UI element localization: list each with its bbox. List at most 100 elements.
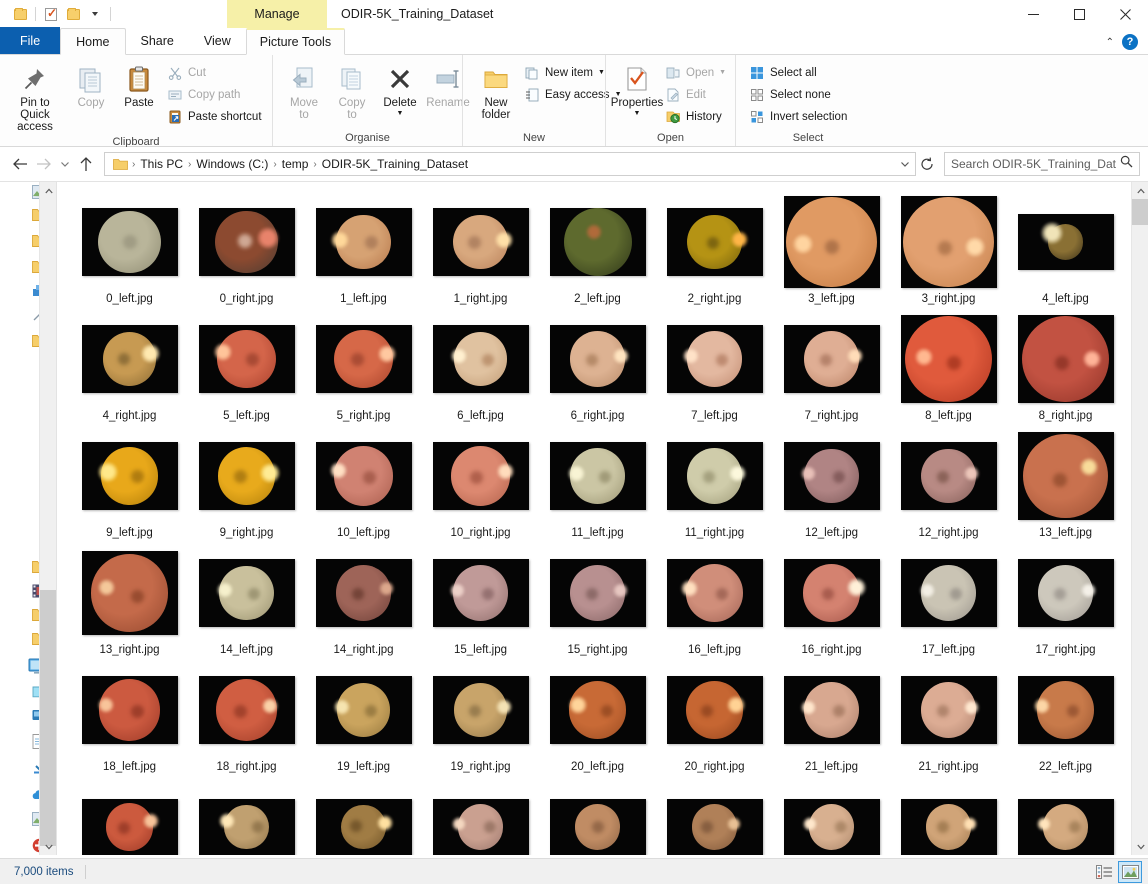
invert-selection-button[interactable]: Invert selection bbox=[746, 106, 853, 127]
fundus-thumbnail[interactable] bbox=[81, 676, 178, 744]
file-item[interactable] bbox=[422, 781, 539, 855]
file-item[interactable]: 14_right.jpg bbox=[305, 547, 422, 664]
fundus-thumbnail[interactable] bbox=[783, 325, 880, 393]
fundus-thumbnail[interactable] bbox=[900, 315, 997, 403]
details-view-icon[interactable] bbox=[1092, 861, 1116, 883]
forward-button[interactable] bbox=[32, 152, 56, 176]
file-scroll-up-icon[interactable] bbox=[1132, 182, 1148, 199]
copy-to-button[interactable]: Copy to bbox=[329, 60, 375, 124]
fundus-thumbnail[interactable] bbox=[315, 442, 412, 510]
history-button[interactable]: History bbox=[662, 106, 732, 127]
up-button[interactable] bbox=[74, 152, 98, 176]
file-item[interactable] bbox=[188, 781, 305, 855]
file-item[interactable]: 19_right.jpg bbox=[422, 664, 539, 781]
file-list-pane[interactable]: 0_left.jpg 0_right.jpg 1_left.jpg 1_right.j… bbox=[57, 182, 1148, 855]
properties-dropdown-icon[interactable]: ▼ bbox=[634, 110, 641, 117]
fundus-thumbnail[interactable] bbox=[549, 799, 646, 855]
fundus-thumbnail[interactable] bbox=[432, 559, 529, 627]
file-item[interactable]: 0_right.jpg bbox=[188, 196, 305, 313]
file-item[interactable]: 15_right.jpg bbox=[539, 547, 656, 664]
file-item[interactable]: 5_left.jpg bbox=[188, 313, 305, 430]
minimize-button[interactable] bbox=[1010, 0, 1056, 28]
nav-scroll-thumb[interactable] bbox=[40, 590, 56, 846]
file-item[interactable] bbox=[773, 781, 890, 855]
refresh-button[interactable] bbox=[916, 152, 938, 176]
qat-new-folder-icon[interactable] bbox=[62, 3, 84, 25]
navigation-pane[interactable] bbox=[0, 182, 57, 855]
fundus-thumbnail[interactable] bbox=[81, 208, 178, 276]
fundus-thumbnail[interactable] bbox=[666, 559, 763, 627]
fundus-thumbnail[interactable] bbox=[1017, 676, 1114, 744]
file-item[interactable]: 12_left.jpg bbox=[773, 430, 890, 547]
select-none-button[interactable]: Select none bbox=[746, 84, 853, 105]
file-item[interactable]: 2_right.jpg bbox=[656, 196, 773, 313]
file-item[interactable]: 5_right.jpg bbox=[305, 313, 422, 430]
breadcrumb-item-odir-dataset[interactable]: ODIR-5K_Training_Dataset bbox=[318, 154, 472, 174]
fundus-thumbnail[interactable] bbox=[1017, 559, 1114, 627]
qat-save-folder-icon[interactable] bbox=[9, 3, 31, 25]
fundus-thumbnail[interactable] bbox=[81, 799, 178, 855]
fundus-thumbnail[interactable] bbox=[666, 442, 763, 510]
paste-shortcut-button[interactable]: Paste shortcut bbox=[164, 106, 268, 127]
navigation-pane-scrollbar[interactable] bbox=[39, 182, 56, 855]
fundus-thumbnail[interactable] bbox=[432, 325, 529, 393]
large-icons-view-icon[interactable] bbox=[1118, 860, 1142, 883]
file-item[interactable] bbox=[305, 781, 422, 855]
fundus-thumbnail[interactable] bbox=[783, 196, 880, 288]
paste-button[interactable]: Paste bbox=[116, 60, 162, 112]
fundus-thumbnail[interactable] bbox=[900, 676, 997, 744]
fundus-thumbnail[interactable] bbox=[1017, 432, 1114, 520]
fundus-thumbnail[interactable] bbox=[549, 559, 646, 627]
file-item[interactable]: 20_right.jpg bbox=[656, 664, 773, 781]
edit-button[interactable]: Edit bbox=[662, 84, 732, 105]
move-to-button[interactable]: Move to bbox=[281, 60, 327, 124]
fundus-thumbnail[interactable] bbox=[900, 442, 997, 510]
copy-path-button[interactable]: Copy path bbox=[164, 84, 268, 105]
qat-properties-icon[interactable] bbox=[40, 3, 62, 25]
fundus-thumbnail[interactable] bbox=[1017, 315, 1114, 403]
file-list-scrollbar[interactable] bbox=[1131, 182, 1148, 855]
file-item[interactable]: 7_right.jpg bbox=[773, 313, 890, 430]
tab-share[interactable]: Share bbox=[126, 27, 189, 54]
fundus-thumbnail[interactable] bbox=[198, 442, 295, 510]
fundus-thumbnail[interactable] bbox=[198, 559, 295, 627]
file-item[interactable]: 20_left.jpg bbox=[539, 664, 656, 781]
fundus-thumbnail[interactable] bbox=[432, 208, 529, 276]
open-dropdown-icon[interactable]: ▼ bbox=[719, 69, 726, 76]
file-item[interactable]: 10_left.jpg bbox=[305, 430, 422, 547]
fundus-thumbnail[interactable] bbox=[549, 442, 646, 510]
file-item[interactable]: 8_right.jpg bbox=[1007, 313, 1124, 430]
tab-picture-tools[interactable]: Picture Tools bbox=[245, 28, 346, 55]
fundus-thumbnail[interactable] bbox=[1017, 799, 1114, 855]
search-input[interactable]: Search ODIR-5K_Training_Dat... bbox=[944, 152, 1140, 176]
breadcrumb-item-this-pc[interactable]: This PC bbox=[136, 154, 187, 174]
fundus-thumbnail[interactable] bbox=[900, 799, 997, 855]
fundus-thumbnail[interactable] bbox=[1017, 214, 1114, 270]
fundus-thumbnail[interactable] bbox=[549, 676, 646, 744]
tab-file[interactable]: File bbox=[0, 27, 61, 54]
delete-dropdown-icon[interactable]: ▼ bbox=[397, 110, 404, 117]
file-item[interactable]: 21_left.jpg bbox=[773, 664, 890, 781]
file-item[interactable] bbox=[539, 781, 656, 855]
new-item-dropdown-icon[interactable]: ▼ bbox=[598, 69, 605, 76]
fundus-thumbnail[interactable] bbox=[315, 208, 412, 276]
file-item[interactable]: 9_right.jpg bbox=[188, 430, 305, 547]
search-icon[interactable] bbox=[1120, 155, 1133, 173]
file-item[interactable]: 16_right.jpg bbox=[773, 547, 890, 664]
fundus-thumbnail[interactable] bbox=[783, 559, 880, 627]
delete-button[interactable]: Delete ▼ bbox=[377, 60, 423, 120]
breadcrumb-item-temp[interactable]: temp bbox=[278, 154, 313, 174]
breadcrumb-item-windows-c[interactable]: Windows (C:) bbox=[192, 154, 272, 174]
file-item[interactable]: 1_right.jpg bbox=[422, 196, 539, 313]
fundus-thumbnail[interactable] bbox=[783, 442, 880, 510]
file-item[interactable]: 16_left.jpg bbox=[656, 547, 773, 664]
file-item[interactable]: 14_left.jpg bbox=[188, 547, 305, 664]
pin-to-quick-access-button[interactable]: Pin to Quick access bbox=[4, 60, 66, 136]
cut-button[interactable]: Cut bbox=[164, 62, 268, 83]
file-scroll-thumb[interactable] bbox=[1132, 199, 1148, 225]
fundus-thumbnail[interactable] bbox=[315, 325, 412, 393]
file-item[interactable]: 3_left.jpg bbox=[773, 196, 890, 313]
fundus-thumbnail[interactable] bbox=[900, 196, 997, 288]
fundus-thumbnail[interactable] bbox=[549, 325, 646, 393]
file-item[interactable]: 10_right.jpg bbox=[422, 430, 539, 547]
